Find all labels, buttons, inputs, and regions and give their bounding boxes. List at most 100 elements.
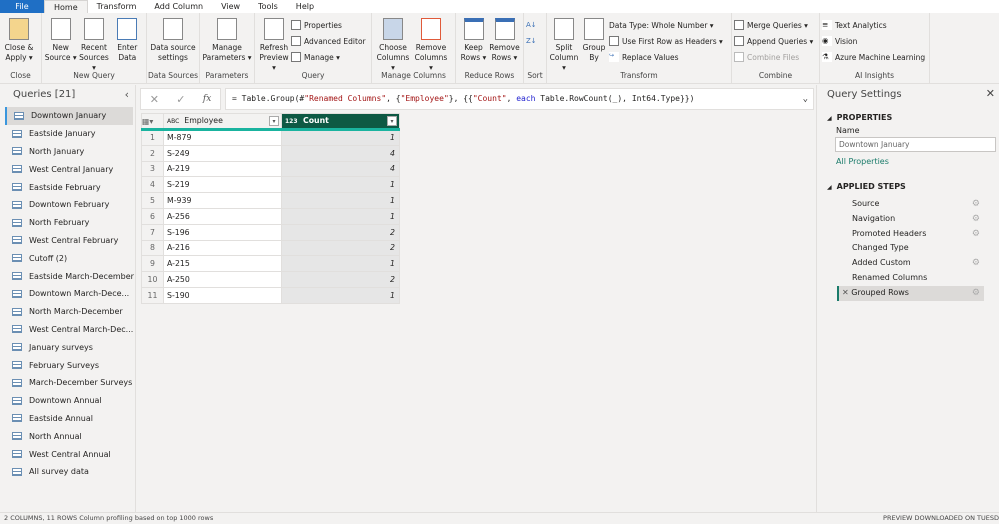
query-item[interactable]: West Central March-Dec... (0, 321, 135, 339)
count-cell[interactable]: 4 (281, 144, 400, 162)
query-item[interactable]: Downtown January (5, 107, 133, 125)
query-item[interactable]: North February (0, 214, 135, 232)
table-row[interactable]: 5 M-939 1 (141, 192, 400, 209)
count-cell[interactable]: 2 (281, 223, 400, 241)
applied-step[interactable]: ✕ Grouped Rows ⚙ (837, 285, 984, 301)
employee-cell[interactable]: A-256 (163, 207, 282, 225)
query-item[interactable]: Eastside March-December (0, 267, 135, 285)
data-type-dropdown[interactable]: Data Type: Whole Number ▾ (609, 19, 723, 31)
table-row[interactable]: 1 M-879 1 (141, 129, 400, 146)
text-analytics-button[interactable]: ≡ Text Analytics (822, 19, 925, 31)
query-name-input[interactable] (835, 137, 996, 152)
employee-cell[interactable]: A-216 (163, 239, 282, 257)
query-item[interactable]: West Central Annual (0, 445, 135, 463)
delete-step-icon[interactable]: ✕ (842, 288, 851, 297)
applied-step[interactable]: Added Custom ⚙ (837, 256, 984, 271)
table-row[interactable]: 3 A-219 4 (141, 160, 400, 178)
count-cell[interactable]: 1 (281, 207, 400, 225)
employee-cell[interactable]: S-219 (163, 176, 282, 194)
table-menu-icon[interactable]: ▦▾ (141, 113, 164, 131)
vision-button[interactable]: ◉ Vision (822, 35, 925, 47)
formula-input[interactable]: = Table.Group(#"Renamed Columns", {"Empl… (225, 88, 814, 110)
tab-help[interactable]: Help (287, 0, 323, 13)
filter-dropdown-icon[interactable]: ▾ (269, 116, 279, 126)
gear-icon[interactable]: ⚙ (972, 212, 980, 227)
employee-cell[interactable]: A-250 (163, 271, 282, 288)
query-item[interactable]: West Central February (0, 232, 135, 250)
table-row[interactable]: 4 S-219 1 (141, 176, 400, 194)
gear-icon[interactable]: ⚙ (972, 286, 980, 301)
tab-home[interactable]: Home (44, 0, 88, 13)
employee-cell[interactable]: M-939 (163, 192, 282, 209)
query-item[interactable]: January surveys (0, 338, 135, 356)
query-item[interactable]: Downtown March-Dece... (0, 285, 135, 303)
table-row[interactable]: 9 A-215 1 (141, 255, 400, 273)
tab-view[interactable]: View (212, 0, 249, 13)
applied-step[interactable]: Changed Type (837, 241, 984, 256)
employee-cell[interactable]: A-219 (163, 160, 282, 178)
applied-steps-section[interactable]: ◢ APPLIED STEPS (817, 182, 999, 191)
count-cell[interactable]: 4 (281, 160, 400, 178)
azure-ml-button[interactable]: ⚗ Azure Machine Learning (822, 51, 925, 63)
gear-icon[interactable]: ⚙ (972, 197, 980, 212)
applied-step[interactable]: Renamed Columns (837, 271, 984, 286)
first-row-headers-button[interactable]: Use First Row as Headers ▾ (609, 35, 723, 47)
column-header-count[interactable]: 123 Count ▾ (281, 113, 400, 131)
merge-queries-button[interactable]: Merge Queries ▾ (734, 19, 813, 31)
employee-cell[interactable]: M-879 (163, 129, 282, 146)
properties-section[interactable]: ◢ PROPERTIES (817, 113, 999, 122)
tab-file[interactable]: File (0, 0, 44, 13)
query-item[interactable]: Eastside Annual (0, 410, 135, 428)
tab-add-column[interactable]: Add Column (145, 0, 212, 13)
query-item[interactable]: March-December Surveys (0, 374, 135, 392)
manage-button[interactable]: Manage ▾ (291, 51, 366, 63)
count-cell[interactable]: 1 (281, 176, 400, 194)
query-item[interactable]: Eastside January (0, 125, 135, 143)
commit-check-icon[interactable]: ✓ (176, 93, 185, 106)
sort-ascending-button[interactable]: A↓ (526, 19, 537, 31)
applied-step[interactable]: Source ⚙ (837, 197, 984, 212)
replace-values-button[interactable]: ↪ Replace Values (609, 51, 723, 63)
count-cell[interactable]: 1 (281, 255, 400, 273)
tab-transform[interactable]: Transform (88, 0, 146, 13)
count-cell[interactable]: 1 (281, 286, 400, 304)
query-item[interactable]: North March-December (0, 303, 135, 321)
table-row[interactable]: 2 S-249 4 (141, 144, 400, 162)
fx-icon[interactable]: fx (203, 94, 211, 104)
column-header-employee[interactable]: ABC Employee ▾ (163, 113, 282, 131)
tab-tools[interactable]: Tools (249, 0, 287, 13)
query-item[interactable]: February Surveys (0, 356, 135, 374)
query-item[interactable]: Cutoff (2) (0, 249, 135, 267)
append-queries-button[interactable]: Append Queries ▾ (734, 35, 813, 47)
table-row[interactable]: 7 S-196 2 (141, 223, 400, 241)
close-icon[interactable]: ✕ (986, 87, 995, 100)
table-row[interactable]: 11 S-190 1 (141, 286, 400, 304)
expand-chevron-icon[interactable]: ⌄ (803, 89, 808, 109)
filter-dropdown-icon[interactable]: ▾ (387, 116, 397, 126)
table-row[interactable]: 6 A-256 1 (141, 207, 400, 225)
count-cell[interactable]: 2 (281, 271, 400, 288)
table-row[interactable]: 10 A-250 2 (141, 271, 400, 288)
count-cell[interactable]: 1 (281, 192, 400, 209)
cancel-icon[interactable]: ✕ (150, 93, 159, 106)
sort-descending-button[interactable]: Z↓ (526, 35, 537, 47)
query-item[interactable]: North Annual (0, 427, 135, 445)
query-item[interactable]: All survey data (0, 463, 135, 481)
count-cell[interactable]: 1 (281, 129, 400, 146)
query-item[interactable]: Downtown February (0, 196, 135, 214)
applied-step[interactable]: Promoted Headers ⚙ (837, 227, 984, 242)
employee-cell[interactable]: A-215 (163, 255, 282, 273)
collapse-chevron-icon[interactable]: ‹ (125, 88, 129, 101)
query-item[interactable]: Downtown Annual (0, 392, 135, 410)
employee-cell[interactable]: S-190 (163, 286, 282, 304)
gear-icon[interactable]: ⚙ (972, 256, 980, 271)
all-properties-link[interactable]: All Properties (817, 152, 999, 166)
count-cell[interactable]: 2 (281, 239, 400, 257)
applied-step[interactable]: Navigation ⚙ (837, 212, 984, 227)
combine-files-button[interactable]: Combine Files (734, 51, 813, 63)
query-item[interactable]: Eastside February (0, 178, 135, 196)
employee-cell[interactable]: S-196 (163, 223, 282, 241)
gear-icon[interactable]: ⚙ (972, 227, 980, 242)
table-row[interactable]: 8 A-216 2 (141, 239, 400, 257)
employee-cell[interactable]: S-249 (163, 144, 282, 162)
